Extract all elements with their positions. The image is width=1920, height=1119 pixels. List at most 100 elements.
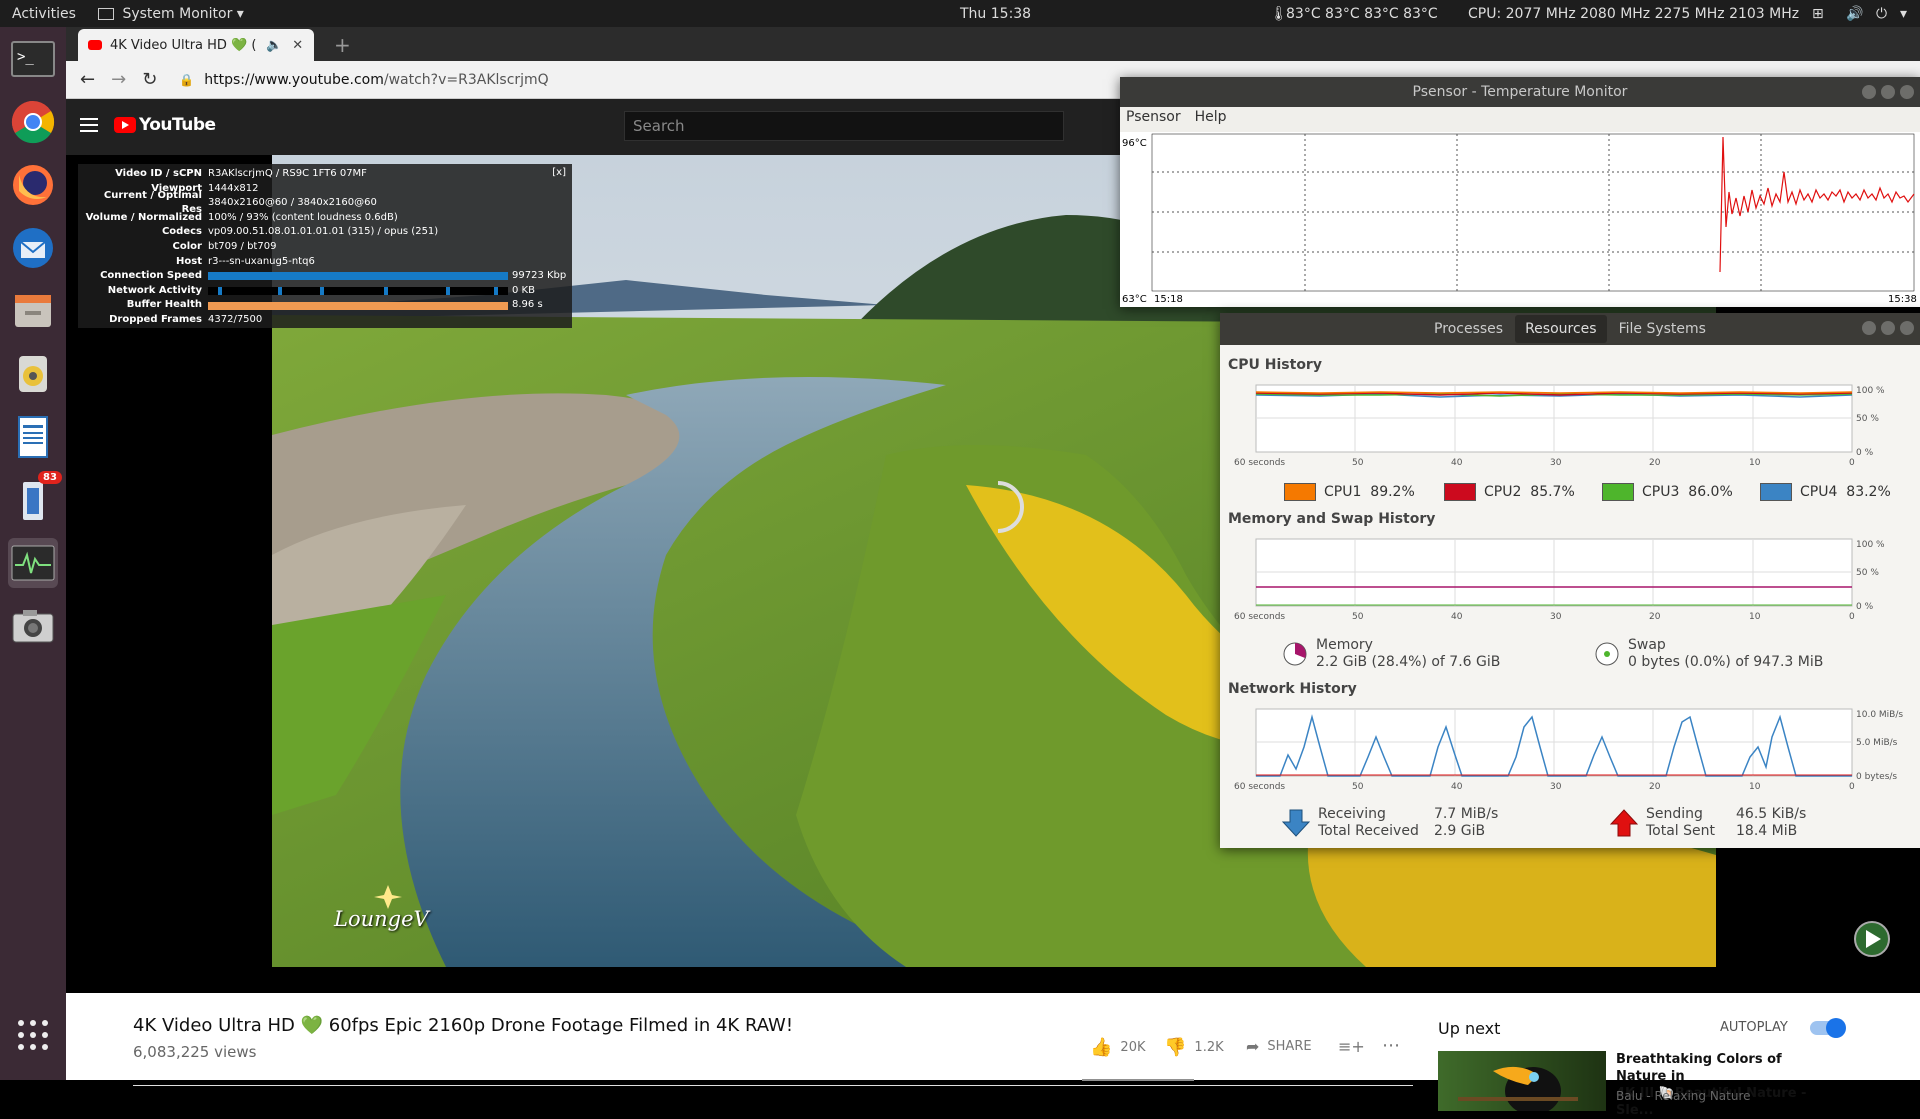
like-count: 20K	[1120, 1040, 1146, 1055]
dock-item-terminal[interactable]: >_	[8, 34, 58, 84]
dropped-frames-row: Dropped Frames 4372/7500	[84, 313, 566, 328]
dock-item-files[interactable]	[8, 286, 58, 336]
axis-label: 40	[1451, 458, 1463, 468]
memory-legend: Memory 2.2 GiB (28.4%) of 7.6 GiB	[1282, 637, 1500, 671]
memory-label: Memory	[1316, 637, 1373, 653]
color-swatch[interactable]	[1760, 483, 1792, 501]
memory-pie-icon[interactable]	[1282, 641, 1308, 667]
reload-icon[interactable]: ↻	[142, 69, 157, 90]
tab-resources[interactable]: Resources	[1515, 315, 1607, 343]
stats-value: 3840x2160@60 / 3840x2160@60	[208, 197, 377, 209]
maximize-icon[interactable]	[1881, 85, 1895, 99]
next-video-thumbnail[interactable]	[1438, 1051, 1606, 1111]
axis-label: 50 %	[1856, 414, 1879, 424]
more-actions-icon[interactable]: ⋯	[1382, 1035, 1400, 1056]
tab-title: 4K Video Ultra HD 💚 (	[110, 37, 257, 53]
channel-watermark: LoungeV	[334, 907, 429, 931]
menu-help[interactable]: Help	[1195, 109, 1227, 127]
upload-arrow-icon[interactable]	[1610, 808, 1638, 838]
cpu-frequency-indicator[interactable]: CPU: 2077 MHz 2080 MHz 2275 MHz 2103 MHz	[1468, 6, 1799, 22]
psensor-titlebar[interactable]: Psensor - Temperature Monitor	[1120, 77, 1920, 107]
clock[interactable]: Thu 15:38	[960, 6, 1031, 22]
network-icon[interactable]: ⊞	[1812, 6, 1824, 22]
color-swatch[interactable]	[1602, 483, 1634, 501]
dock-item-rhythmbox[interactable]	[8, 349, 58, 399]
hamburger-icon[interactable]	[80, 118, 98, 132]
network-activity-row: Network Activity 0 KB	[84, 284, 566, 299]
dock-item-screenshot[interactable]	[8, 601, 58, 651]
power-icon[interactable]: ⏻	[1876, 6, 1887, 22]
swap-pie-icon[interactable]	[1594, 641, 1620, 667]
firefox-icon	[13, 165, 53, 205]
swap-legend: Swap 0 bytes (0.0%) of 947.3 MiB	[1594, 637, 1823, 671]
sysmon-headerbar[interactable]: Processes Resources File Systems	[1220, 313, 1920, 345]
cpu3-legend[interactable]: CPU3 86.0%	[1602, 483, 1733, 501]
tab-youtube[interactable]: 4K Video Ultra HD 💚 ( 🔈 ✕	[78, 29, 314, 61]
autoplay-toggle[interactable]	[1810, 1018, 1846, 1038]
cpu1-legend[interactable]: CPU1 89.2%	[1284, 483, 1415, 501]
cpu2-legend[interactable]: CPU2 85.7%	[1444, 483, 1575, 501]
axis-label: 60 seconds	[1234, 612, 1285, 622]
thumbs-down-icon: 👎	[1164, 1037, 1187, 1058]
temperature-indicator[interactable]: 83°C 83°C 83°C 83°C	[1286, 6, 1438, 22]
software-center-icon	[23, 482, 43, 520]
axis-label: 20	[1649, 458, 1661, 468]
tab-file-systems[interactable]: File Systems	[1609, 315, 1716, 343]
stats-close-button[interactable]: [x]	[552, 167, 566, 178]
axis-label: 60 seconds	[1234, 458, 1285, 468]
youtube-logo[interactable]: YouTube	[114, 115, 216, 135]
speaker-icon[interactable]: 🔈	[266, 38, 282, 53]
app-menu[interactable]: System Monitor ▾	[98, 6, 244, 22]
menu-psensor[interactable]: Psensor	[1126, 109, 1181, 127]
stats-value: 99723 Kbps	[512, 270, 566, 282]
dock-item-chrome[interactable]	[8, 97, 58, 147]
connection-speed-row: Connection Speed 99723 Kbps	[84, 269, 566, 284]
close-icon[interactable]	[1900, 85, 1914, 99]
dock-item-thunderbird[interactable]	[8, 223, 58, 273]
search-input[interactable]: Search	[624, 111, 1064, 141]
dislike-button[interactable]: 👎 1.2K	[1164, 1037, 1224, 1058]
chevron-down-icon[interactable]: ▾	[1900, 6, 1907, 22]
color-swatch[interactable]	[1284, 483, 1316, 501]
dock-item-firefox[interactable]	[8, 160, 58, 210]
dock-item-writer[interactable]	[8, 412, 58, 462]
swap-value: 0 bytes (0.0%) of 947.3 MiB	[1628, 654, 1824, 670]
stats-label: Dropped Frames	[109, 313, 202, 325]
show-applications-button[interactable]	[8, 1010, 58, 1060]
like-button[interactable]: 👍 20K	[1090, 1037, 1146, 1058]
maximize-icon[interactable]	[1881, 321, 1895, 335]
axis-label: 100 %	[1856, 540, 1885, 550]
network-activity-bar	[208, 287, 508, 296]
network-history-heading: Network History	[1228, 681, 1357, 697]
download-arrow-icon[interactable]	[1282, 808, 1310, 838]
close-tab-icon[interactable]: ✕	[292, 38, 303, 53]
minimize-icon[interactable]	[1862, 321, 1876, 335]
stats-row: Current / Optimal Res 3840x2160@60 / 3840…	[84, 190, 566, 216]
stats-value: r3---sn-uxanug5-ntq6	[208, 255, 315, 267]
stats-for-nerds-panel: [x] Video ID / sCPN R3AKlscrjmQ / RS9C 1F…	[78, 164, 572, 328]
dock-item-system-monitor[interactable]	[8, 538, 58, 588]
memory-history-heading: Memory and Swap History	[1228, 511, 1436, 527]
stats-row: Video ID / sCPN R3AKlscrjmQ / RS9C 1FT6 0…	[84, 167, 566, 182]
minimize-icon[interactable]	[1862, 85, 1876, 99]
back-icon[interactable]: ←	[80, 69, 95, 90]
tab-processes[interactable]: Processes	[1424, 315, 1513, 343]
add-to-playlist-icon[interactable]: ≡+	[1338, 1037, 1365, 1056]
dock-item-software[interactable]: 83	[8, 471, 62, 525]
url-field[interactable]: https://www.youtube.com/watch?v=R3AKlscr…	[204, 72, 548, 88]
stats-value: R3AKlscrjmQ / RS9C 1FT6 07MF	[208, 168, 367, 179]
memory-value: 2.2 GiB (28.4%) of 7.6 GiB	[1316, 654, 1501, 670]
forward-icon[interactable]: →	[111, 69, 126, 90]
volume-icon[interactable]: 🔊	[1846, 6, 1863, 22]
share-button[interactable]: ➦ SHARE	[1246, 1037, 1312, 1056]
tab-strip: 4K Video Ultra HD 💚 ( 🔈 ✕ +	[66, 27, 1920, 61]
stats-row: Volume / Normalized 100% / 93% (content l…	[84, 211, 566, 226]
activities-button[interactable]: Activities	[12, 6, 76, 22]
app-grid-icon	[18, 1020, 48, 1050]
color-swatch[interactable]	[1444, 483, 1476, 501]
next-video-title[interactable]: Breathtaking Colors of Nature in 4K III …	[1616, 1051, 1816, 1119]
share-label: SHARE	[1267, 1039, 1312, 1054]
close-icon[interactable]	[1900, 321, 1914, 335]
cpu4-legend[interactable]: CPU4 83.2%	[1760, 483, 1891, 501]
new-tab-button[interactable]: +	[334, 33, 351, 57]
